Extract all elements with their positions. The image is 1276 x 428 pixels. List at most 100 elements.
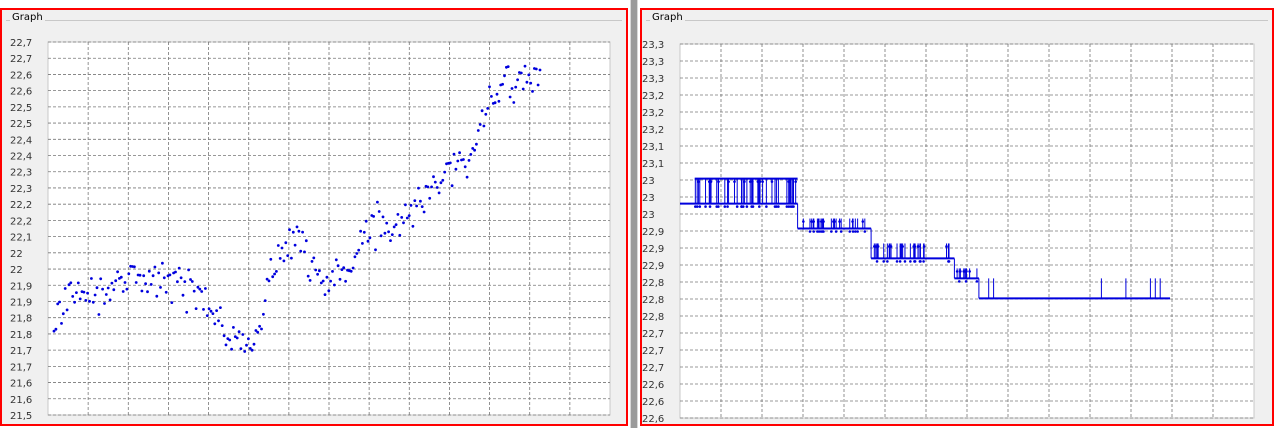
y-tick-label: 22,4 (10, 152, 32, 163)
data-point (516, 78, 519, 82)
data-point (394, 223, 398, 227)
data-point (314, 268, 318, 272)
data-point (269, 257, 273, 261)
data-point (334, 258, 338, 262)
data-point (975, 280, 979, 283)
data-point (357, 248, 361, 252)
data-point (475, 142, 478, 146)
y-tick-label: 23 (642, 193, 655, 204)
data-point (770, 180, 774, 183)
data-point (875, 260, 879, 263)
data-point (293, 243, 297, 247)
data-point (758, 205, 761, 208)
data-point (282, 259, 286, 263)
data-point (765, 205, 768, 208)
data-point (222, 334, 226, 338)
data-point (71, 295, 75, 298)
data-point (812, 230, 816, 233)
data-point (387, 230, 390, 234)
data-point (441, 178, 445, 182)
data-point (119, 275, 123, 279)
data-point (177, 266, 181, 270)
data-point (125, 287, 129, 291)
data-point (349, 269, 353, 273)
data-point (964, 280, 968, 283)
data-point (273, 272, 276, 276)
data-point (170, 301, 174, 304)
data-point (78, 297, 82, 301)
data-point (65, 308, 69, 312)
y-tick-label: 22,8 (642, 312, 664, 323)
data-point (90, 277, 93, 280)
data-point (913, 260, 916, 263)
data-point (215, 309, 219, 312)
data-point (822, 230, 825, 233)
right-graph-panel: Graph 23,3 23,3 23,3 23,2 23,2 23,2 23,1 23,1 23… (640, 8, 1274, 426)
data-point (112, 288, 116, 292)
data-point (209, 309, 213, 313)
data-point (104, 293, 108, 296)
data-point (413, 199, 417, 203)
data-point (873, 245, 876, 248)
data-point (86, 291, 89, 295)
data-point (224, 343, 228, 347)
data-point (144, 282, 148, 286)
data-point (519, 71, 523, 75)
data-point (787, 205, 791, 208)
data-point (179, 276, 183, 280)
data-point (882, 260, 886, 263)
data-point (450, 184, 454, 188)
data-point (162, 276, 166, 280)
data-point (863, 230, 867, 233)
data-point (284, 241, 288, 245)
data-point (839, 230, 843, 233)
data-point (133, 265, 136, 269)
data-point (247, 337, 250, 341)
data-point (473, 148, 476, 152)
data-point (331, 270, 334, 273)
data-point (355, 252, 359, 255)
data-point (409, 204, 413, 207)
y-tick-label: 22,7 (642, 363, 664, 374)
data-point (751, 205, 755, 208)
data-point (698, 205, 702, 208)
y-tick-label: 22,8 (642, 295, 664, 306)
data-point (830, 230, 833, 233)
data-point (110, 281, 114, 285)
data-point (756, 180, 760, 183)
data-point (325, 275, 329, 279)
y-tick-label: 22,7 (642, 346, 664, 357)
data-point (895, 260, 899, 263)
data-point (304, 239, 308, 243)
data-point (140, 289, 144, 293)
data-point (338, 277, 342, 281)
y-tick-label: 21,6 (10, 395, 32, 406)
y-tick-label: 22,6 (10, 70, 32, 81)
data-point (252, 342, 256, 346)
data-point (959, 270, 962, 273)
data-point (422, 210, 426, 214)
y-tick-label: 22,6 (642, 380, 664, 391)
data-point (295, 225, 299, 229)
data-point (286, 254, 290, 257)
data-point (108, 298, 112, 302)
data-point (463, 165, 467, 169)
data-point (204, 287, 207, 290)
y-tick-label: 21,9 (10, 281, 32, 292)
data-point (527, 73, 531, 77)
y-tick-label: 23,3 (642, 57, 664, 68)
data-point (834, 230, 838, 233)
data-point (235, 336, 239, 340)
y-tick-label: 23 (642, 210, 655, 221)
y-tick-label: 22,6 (642, 397, 664, 408)
data-point (303, 250, 306, 254)
data-point (889, 245, 893, 248)
data-point (82, 290, 86, 294)
left-graph-panel: Graph 22,7 22,7 22,6 22,6 22,5 22,5 22,4 22,4 22… (0, 8, 628, 426)
data-point (493, 101, 497, 105)
y-tick-label: 21,7 (10, 346, 32, 357)
data-point (506, 65, 510, 68)
splitter-handle[interactable] (630, 0, 638, 428)
data-point (497, 99, 501, 103)
data-point (899, 245, 903, 248)
